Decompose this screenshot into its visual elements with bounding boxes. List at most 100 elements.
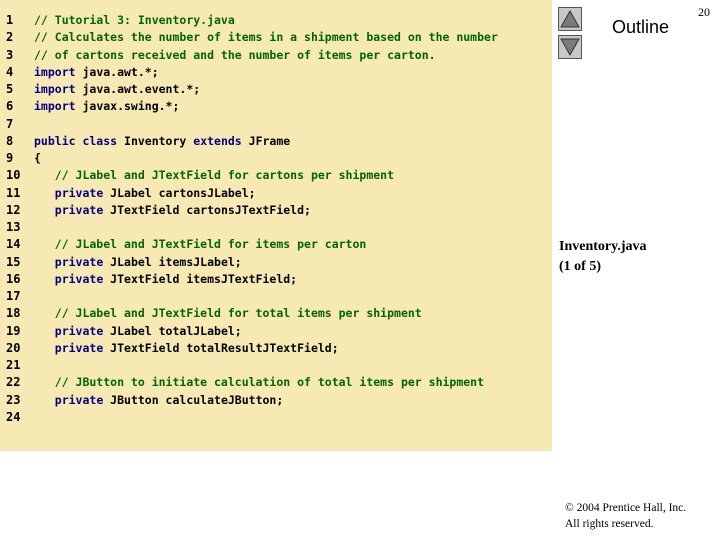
code-text: JButton calculateJButton; [103,392,284,407]
line-number: 11 [6,185,21,200]
line-number: 23 [6,392,21,407]
code-keyword: private [54,323,104,338]
code-keyword: import [34,82,76,96]
file-name: Inventory.java [559,239,647,254]
file-info: Inventory.java (1 of 5) [559,237,647,277]
code-text: JLabel itemsJLabel; [103,254,242,269]
code-line: // JButton to initiate calculation of to… [34,374,549,391]
triangle-up-icon [560,9,580,28]
outline-label: Outline [612,17,670,37]
copyright-line-2: All rights reserved. [565,518,654,530]
code-line: public class Inventory extends JFrame [34,133,549,150]
line-number: 21 [6,358,21,372]
line-number: 5 [6,82,14,96]
code-line: { [34,150,549,167]
line-number: 12 [6,202,21,217]
line-number: 18 [6,306,21,321]
code-line: // JLabel and JTextField for cartons per… [34,167,549,184]
line-number: 24 [6,409,21,424]
code-text: Inventory [117,133,194,148]
line-number: 7 [6,116,14,131]
code-keyword: public class [34,133,118,148]
previous-slide-button[interactable] [558,7,582,31]
code-text: JTextField totalResultJTextField; [103,340,339,355]
code-text: { [34,151,41,165]
code-line: // JLabel and JTextField for items per c… [34,236,549,253]
code-line: private JTextField itemsJTextField; [34,271,549,288]
page-number: 20 [698,5,710,19]
code-comment: // JLabel and JTextField for items per c… [34,237,367,252]
next-slide-button[interactable] [558,35,582,59]
line-numbers: 1 2 3 4 5 6 7 8 9 10 11 12 13 14 15 16 17 18 19 20 21 22 23 24 [6,12,28,426]
code-line: private JTextField totalResultJTextField… [34,340,549,357]
part-label: (1 of 5) [559,259,601,274]
code-line: private JLabel itemsJLabel; [34,254,549,271]
code-comment: // JButton to initiate calculation of to… [34,375,485,390]
code-text: JLabel cartonsJLabel; [103,185,256,200]
code-keyword: private [54,340,104,355]
code-comment: // JLabel and JTextField for cartons per… [34,168,395,183]
code-line: // Calculates the number of items in a s… [34,29,549,46]
code-panel: 1 2 3 4 5 6 7 8 9 10 11 12 13 14 15 16 17 18 19 20 21 22 23 24 … [0,0,552,451]
copyright: © 2004 Prentice Hall, Inc. All rights re… [565,500,686,532]
code-text: JTextField cartonsJTextField; [103,202,311,217]
line-number: 4 [6,64,14,79]
code-keyword: private [54,271,104,286]
code-listing: // Tutorial 3: Inventory.java // Calculat… [34,12,549,426]
code-line: import java.awt.event.*; [34,81,549,98]
line-number: 19 [6,323,21,338]
code-line: import javax.swing.*; [34,98,549,115]
code-keyword: private [54,185,104,200]
line-number: 22 [6,375,21,390]
code-text: java.awt.*; [75,64,159,79]
code-text: JFrame [241,133,291,148]
line-number: 20 [6,340,21,355]
line-number: 13 [6,220,21,234]
code-comment: // of cartons received and the number of… [34,47,436,62]
code-keyword: private [54,254,104,269]
code-text: JTextField itemsJTextField; [103,271,298,286]
code-comment: // Calculates the number of items in a s… [34,30,498,45]
line-number: 14 [6,237,21,252]
line-number: 16 [6,271,21,286]
code-line: import java.awt.*; [34,64,549,81]
line-number: 8 [6,133,14,148]
code-keyword: private [54,392,104,407]
code-line: // of cartons received and the number of… [34,47,549,64]
line-number: 6 [6,99,14,114]
line-number: 3 [6,47,14,62]
code-text: JLabel totalJLabel; [103,323,242,338]
code-text: javax.swing.*; [75,99,180,114]
line-number: 2 [6,30,14,45]
line-number: 15 [6,254,21,269]
line-number: 9 [6,151,14,165]
copyright-line-1: © 2004 Prentice Hall, Inc. [565,502,687,514]
code-text: java.awt.event.*; [75,82,201,96]
code-line: private JButton calculateJButton; [34,392,549,409]
code-keyword: private [54,202,104,217]
line-number: 17 [6,289,21,303]
code-line: private JLabel totalJLabel; [34,323,549,340]
code-line: // Tutorial 3: Inventory.java [34,12,549,29]
code-line: // JLabel and JTextField for total items… [34,305,549,322]
code-comment: // Tutorial 3: Inventory.java [34,13,235,27]
line-number: 10 [6,168,21,183]
code-line: private JTextField cartonsJTextField; [34,202,549,219]
code-keyword: import [34,99,76,114]
code-line: private JLabel cartonsJLabel; [34,185,549,202]
code-comment: // JLabel and JTextField for total items… [34,306,422,321]
line-number: 1 [6,13,14,27]
triangle-down-icon [560,38,580,57]
